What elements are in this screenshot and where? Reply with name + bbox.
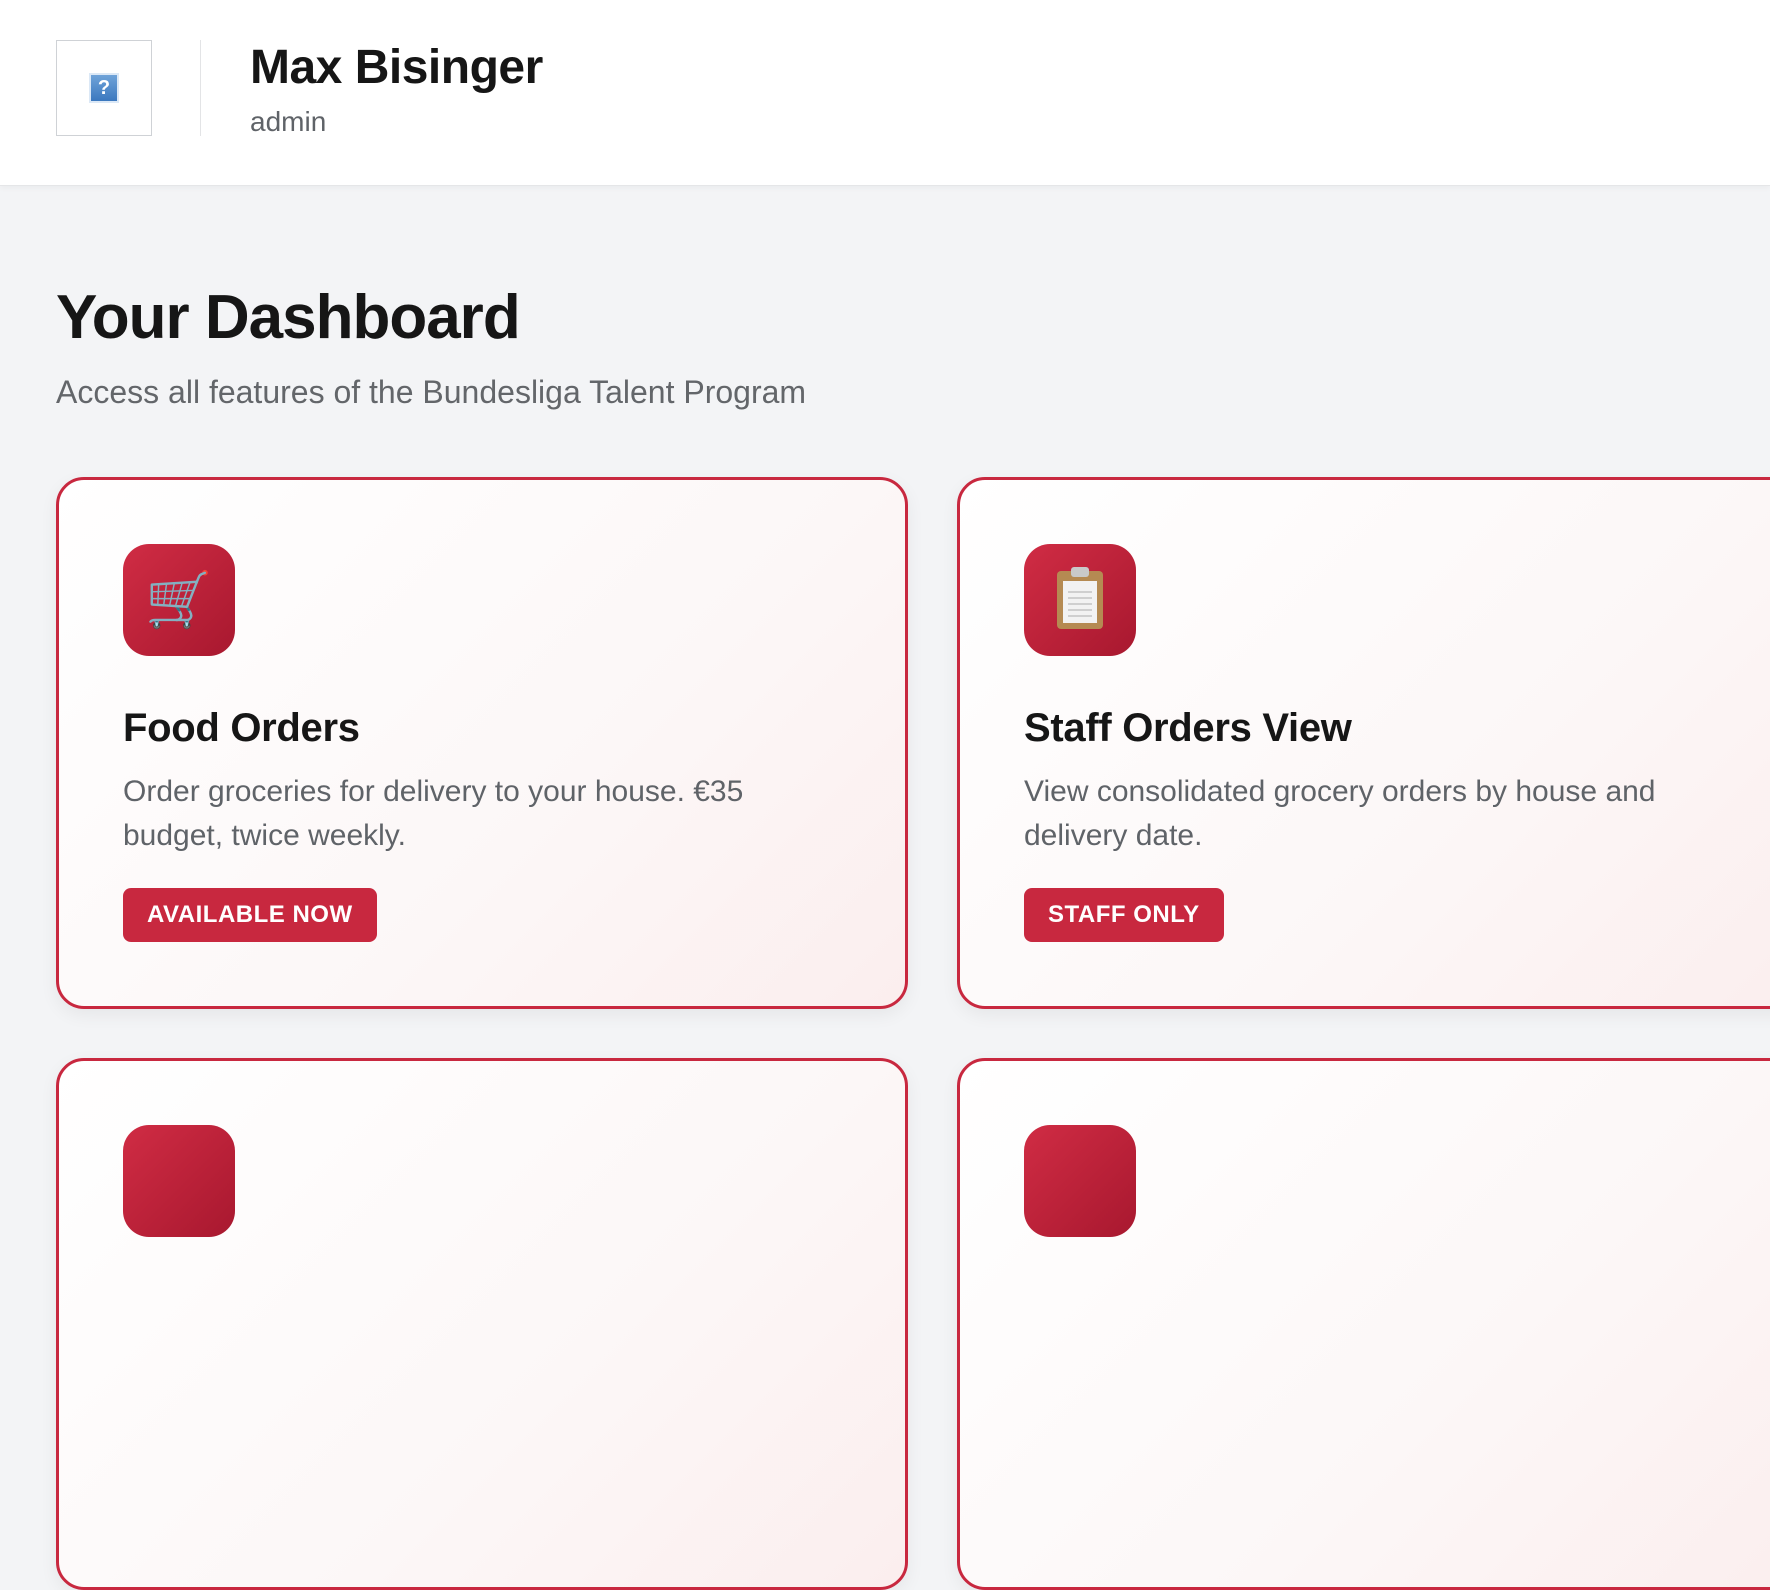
- card-icon: [123, 1125, 235, 1237]
- status-badge: STAFF ONLY: [1024, 888, 1224, 942]
- top-header: ? Max Bisinger admin: [0, 0, 1770, 186]
- clipboard-icon: [1024, 544, 1136, 656]
- avatar[interactable]: ?: [56, 40, 152, 136]
- card-description: View consolidated grocery orders by hous…: [1024, 775, 1656, 852]
- user-role: admin: [250, 106, 327, 137]
- user-name: Max Bisinger: [250, 41, 543, 94]
- header-divider: [200, 40, 201, 136]
- broken-image-icon: ?: [89, 73, 119, 103]
- shopping-cart-icon: 🛒: [123, 544, 235, 656]
- card-icon: [1024, 1125, 1136, 1237]
- card-description: Order groceries for delivery to your hou…: [123, 775, 744, 852]
- staff-orders-view-card[interactable]: Staff Orders View View consolidated groc…: [957, 477, 1770, 1009]
- page-subtitle: Access all features of the Bundesliga Ta…: [56, 374, 807, 410]
- status-badge: AVAILABLE NOW: [123, 888, 377, 942]
- food-orders-card[interactable]: 🛒 Food Orders Order groceries for delive…: [56, 477, 908, 1009]
- page-title: Your Dashboard: [56, 283, 521, 352]
- card-title: Food Orders: [123, 706, 360, 750]
- card-title: Staff Orders View: [1024, 706, 1352, 750]
